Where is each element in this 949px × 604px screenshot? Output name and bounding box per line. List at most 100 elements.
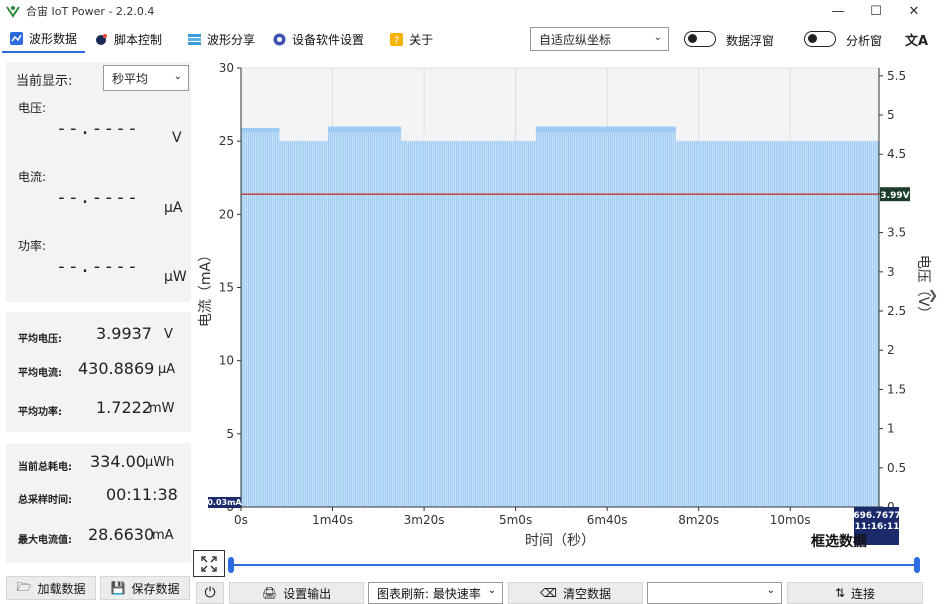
current-unit: μA bbox=[164, 200, 183, 216]
y-tick-label: 15 bbox=[219, 281, 234, 295]
box-select-label: 框选数据 bbox=[811, 533, 867, 550]
tab-label: 波形数据 bbox=[29, 31, 78, 46]
min-current-label: 0.03mA bbox=[207, 498, 242, 507]
y2-tick-label: 5 bbox=[887, 108, 895, 122]
refresh-rate-value: 图表刷新: 最快速率 bbox=[377, 586, 481, 601]
tab-script[interactable]: 脚本控制 bbox=[87, 25, 170, 53]
waveform-chart[interactable]: 05101520253000.511.522.533.544.555.50s1m… bbox=[196, 60, 932, 550]
chevron-down-icon: ⌄ bbox=[487, 585, 496, 596]
max-current-unit: mA bbox=[152, 528, 174, 543]
tab-waveform[interactable]: 波形数据 bbox=[2, 25, 86, 53]
script-icon bbox=[96, 33, 108, 45]
close-button[interactable]: ✕ bbox=[895, 0, 933, 22]
x-tick-label: 6m40s bbox=[587, 513, 628, 527]
tab-settings[interactable]: 设备软件设置 bbox=[265, 25, 372, 53]
set-output-label: 设置输出 bbox=[283, 586, 332, 601]
save-data-label: 保存数据 bbox=[131, 581, 180, 596]
share-icon bbox=[188, 33, 202, 45]
set-output-button[interactable]: 🖨 设置输出 bbox=[229, 582, 364, 604]
total-energy-unit: μWh bbox=[145, 455, 175, 470]
totals-panel: 当前总耗电: 334.00 μWh 总采样时间: 00:11:38 最大电流值:… bbox=[6, 443, 191, 563]
y2-tick-label: 4.5 bbox=[887, 147, 906, 161]
maximize-button[interactable]: ☐ bbox=[857, 0, 895, 22]
power-value: --.---- bbox=[56, 256, 139, 277]
power-unit: μW bbox=[164, 269, 187, 285]
plug-icon: ⇅ bbox=[834, 586, 846, 600]
float-window-toggle[interactable] bbox=[684, 31, 716, 47]
analysis-window-toggle[interactable] bbox=[804, 31, 836, 47]
save-icon: 💾 bbox=[110, 581, 126, 595]
x-tick-label: 5m0s bbox=[499, 513, 532, 527]
current-area-segment bbox=[279, 141, 328, 507]
current-value: --.---- bbox=[56, 187, 139, 208]
y2-tick-label: 3 bbox=[887, 265, 895, 279]
translate-icon[interactable]: 文A bbox=[905, 30, 928, 49]
y-tick-label: 30 bbox=[219, 61, 234, 75]
save-data-button[interactable]: 💾 保存数据 bbox=[100, 576, 190, 600]
waveform-icon bbox=[10, 31, 23, 45]
total-energy-value: 334.00 bbox=[90, 452, 146, 471]
current-area-segment bbox=[460, 141, 536, 507]
load-data-label: 加载数据 bbox=[37, 581, 86, 596]
y2-tick-label: 3.5 bbox=[887, 226, 906, 240]
avg-power-label: 平均功率: bbox=[18, 407, 62, 418]
main-tab-bar: 波形数据 脚本控制 波形分享 设备软件设置 ? 关于 自适应纵坐标 ⌄ 数据浮窗… bbox=[0, 24, 949, 54]
current-label: 电流: bbox=[18, 170, 47, 184]
chevron-down-icon: ⌄ bbox=[653, 32, 662, 43]
float-window-label: 数据浮窗 bbox=[726, 34, 775, 48]
voltage-marker-label: 3.99V bbox=[880, 191, 909, 201]
y2-tick-label: 0.5 bbox=[887, 461, 906, 475]
connect-button[interactable]: ⇅ 连接 bbox=[787, 582, 923, 604]
slider-start-handle[interactable] bbox=[228, 557, 234, 573]
fullscreen-button[interactable] bbox=[193, 550, 225, 577]
avg-current-value: 430.8869 bbox=[78, 359, 155, 378]
port-select[interactable]: ⌄ bbox=[647, 582, 782, 604]
avg-power-value: 1.7222 bbox=[96, 398, 152, 417]
tab-label: 关于 bbox=[409, 32, 434, 47]
averages-panel: 平均电压: 3.9937 V 平均电流: 430.8869 μA 平均功率: 1… bbox=[6, 312, 191, 432]
slider-end-handle[interactable] bbox=[914, 557, 920, 573]
chevron-right-icon[interactable]: ❯ bbox=[928, 288, 938, 302]
x-axis-title: 时间（秒） bbox=[525, 533, 595, 549]
clear-data-label: 清空数据 bbox=[562, 586, 611, 601]
axis-mode-select[interactable]: 自适应纵坐标 ⌄ bbox=[530, 27, 669, 51]
total-energy-label: 当前总耗电: bbox=[18, 462, 72, 473]
eraser-icon: ⌫ bbox=[540, 586, 557, 600]
axis-mode-value: 自适应纵坐标 bbox=[539, 33, 612, 47]
tab-label: 波形分享 bbox=[207, 32, 256, 47]
chart-canvas[interactable]: 05101520253000.511.522.533.544.555.50s1m… bbox=[196, 60, 932, 550]
y-axis-title: 电流（mA） bbox=[198, 248, 214, 327]
about-icon: ? bbox=[390, 32, 404, 46]
cursor-time: 11:16:11 bbox=[855, 522, 900, 532]
sample-duration-label: 总采样时间: bbox=[18, 495, 72, 506]
time-range-slider[interactable] bbox=[230, 564, 918, 566]
y2-tick-label: 1 bbox=[887, 422, 895, 436]
tab-about[interactable]: ? 关于 bbox=[382, 25, 441, 53]
clear-data-button[interactable]: ⌫ 清空数据 bbox=[508, 582, 643, 604]
power-button[interactable]: ⏻ bbox=[196, 582, 224, 604]
cursor-value: 696.7677 bbox=[853, 511, 900, 521]
svg-text:?: ? bbox=[394, 35, 399, 46]
tab-share[interactable]: 波形分享 bbox=[180, 25, 263, 53]
y2-tick-label: 2.5 bbox=[887, 304, 906, 318]
refresh-rate-select[interactable]: 图表刷新: 最快速率 ⌄ bbox=[368, 582, 503, 604]
expand-icon bbox=[201, 555, 217, 572]
avg-voltage-value: 3.9937 bbox=[96, 324, 152, 343]
minimize-button[interactable]: — bbox=[819, 0, 857, 22]
max-current-label: 最大电流值: bbox=[18, 535, 72, 546]
y2-tick-label: 1.5 bbox=[887, 382, 906, 396]
load-data-button[interactable]: 🗁 加载数据 bbox=[6, 576, 96, 600]
x-tick-label: 3m20s bbox=[404, 513, 445, 527]
voltage-value: --.---- bbox=[56, 118, 139, 139]
x-tick-label: 10m0s bbox=[770, 513, 811, 527]
avg-voltage-label: 平均电压: bbox=[18, 334, 62, 345]
avg-voltage-unit: V bbox=[164, 327, 173, 342]
sample-duration-value: 00:11:38 bbox=[106, 485, 178, 504]
y2-tick-label: 2 bbox=[887, 343, 895, 357]
display-mode-select[interactable]: 秒平均 ⌄ bbox=[103, 65, 189, 91]
voltage-label: 电压: bbox=[18, 101, 47, 115]
avg-power-unit: mW bbox=[149, 401, 175, 416]
x-tick-label: 8m20s bbox=[678, 513, 719, 527]
chevron-down-icon: ⌄ bbox=[766, 585, 775, 596]
y2-tick-label: 5.5 bbox=[887, 69, 906, 83]
